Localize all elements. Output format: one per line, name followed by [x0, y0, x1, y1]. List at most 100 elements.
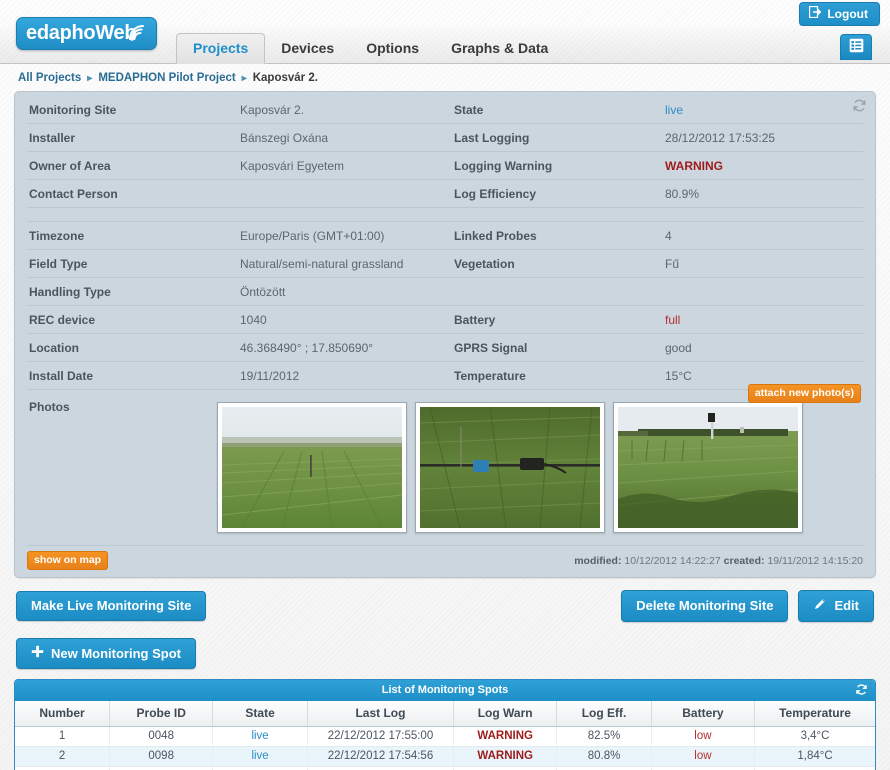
cell-number: 3 [15, 766, 111, 770]
detail-rows: Monitoring Site Kaposvár 2. State live Ins… [15, 96, 875, 390]
table-row[interactable]: 2 0098 live 22/12/2012 17:54:56 WARNING … [15, 746, 875, 767]
cell-last-log: 22/12/2012 17:54:56 [307, 766, 455, 770]
new-spot-bar: New Monitoring Spot [16, 638, 874, 669]
field-value: Kaposvár 2. [240, 102, 305, 117]
make-live-label: Make Live Monitoring Site [31, 598, 192, 613]
refresh-icon[interactable] [852, 98, 867, 116]
col-probe-id[interactable]: Probe ID [109, 701, 214, 727]
col-log-eff[interactable]: Log Eff. [556, 701, 652, 727]
cell-log-eff: 80.8% [556, 746, 652, 767]
app-header: edaphoWeb Projects Devices Options Graph… [0, 17, 890, 64]
field-label: Battery [454, 312, 496, 327]
field-label: Handling Type [29, 284, 111, 299]
col-state[interactable]: State [212, 701, 308, 727]
field-label: Logging Warning [454, 158, 553, 173]
field-value: good [665, 340, 692, 355]
field-value: Öntözött [240, 284, 286, 299]
field-value: 80.9% [665, 186, 700, 201]
photos-section: Photos attach new photo(s) [15, 384, 875, 545]
tab-options-label: Options [366, 40, 420, 56]
field-label: Install Date [29, 368, 94, 383]
col-last-log[interactable]: Last Log [307, 701, 455, 727]
photo-thumbnail[interactable] [613, 402, 803, 533]
detail-row: Owner of Area Kaposvári Egyetem Logging W… [27, 152, 863, 180]
breadcrumb-item-project[interactable]: MEDAPHON Pilot Project [98, 72, 235, 84]
monitoring-spots-table: List of Monitoring Spots Number Probe ID… [14, 679, 876, 770]
battery-value: full [665, 312, 681, 327]
cell-log-warn: WARNING [453, 746, 558, 767]
edit-button[interactable]: Edit [798, 590, 874, 622]
field-value: Europe/Paris (GMT+01:00) [240, 228, 385, 243]
col-number[interactable]: Number [15, 701, 111, 727]
app-logo[interactable]: edaphoWeb [16, 17, 157, 50]
photo-thumbnail[interactable] [217, 402, 407, 533]
created-label: created: [723, 554, 765, 567]
table-header: Number Probe ID State Last Log Log Warn … [15, 701, 875, 727]
pencil-icon [813, 597, 827, 614]
field-label: Log Efficiency [454, 186, 537, 201]
field-label: Last Logging [454, 130, 530, 145]
detail-row: REC device 1040 Battery full [27, 306, 863, 334]
field-value: Fű [665, 256, 680, 271]
delete-label: Delete Monitoring Site [636, 598, 774, 613]
field-label: Field Type [29, 256, 88, 271]
logout-button[interactable]: Logout [799, 2, 880, 26]
cell-state[interactable]: live [212, 726, 308, 747]
col-battery[interactable]: Battery [651, 701, 756, 727]
field-label: GPRS Signal [454, 340, 528, 355]
cell-battery: low [651, 766, 756, 770]
field-value: 1040 [240, 312, 267, 327]
tab-devices-label: Devices [281, 40, 335, 56]
cell-last-log: 22/12/2012 17:54:56 [307, 746, 455, 767]
col-temperature[interactable]: Temperature [754, 701, 875, 727]
field-label: Installer [29, 130, 76, 145]
table-row[interactable]: 3 0185 live 22/12/2012 17:54:56 WARNING … [15, 766, 875, 770]
tab-devices[interactable]: Devices [265, 34, 350, 63]
new-spot-label: New Monitoring Spot [51, 645, 181, 661]
modified-value: 10/12/2012 14:22:27 [624, 554, 721, 567]
table-title-bar: List of Monitoring Spots [15, 680, 875, 701]
detail-row: Monitoring Site Kaposvár 2. State live [27, 96, 863, 124]
edit-label: Edit [834, 598, 859, 613]
field-label: Location [29, 340, 79, 355]
col-log-warn[interactable]: Log Warn [453, 701, 558, 727]
breadcrumb-separator: ▸ [87, 72, 93, 84]
cell-temperature: 3,4°C [754, 726, 875, 747]
new-monitoring-spot-button[interactable]: New Monitoring Spot [16, 638, 196, 669]
cell-log-eff: 82.4% [556, 766, 652, 770]
detail-row: Location 46.368490° ; 17.850690° GPRS Sig… [27, 334, 863, 362]
tab-graphs-and-data-label: Graphs & Data [451, 40, 549, 56]
refresh-icon[interactable] [855, 683, 868, 699]
detail-row: Install Date 19/11/2012 Temperature 15°C [27, 362, 863, 390]
field-value: 28/12/2012 17:53:25 [665, 130, 776, 145]
table-row[interactable]: 1 0048 live 22/12/2012 17:55:00 WARNING … [15, 726, 875, 747]
attach-new-photos-button[interactable]: attach new photo(s) [747, 384, 861, 403]
make-live-monitoring-site-button[interactable]: Make Live Monitoring Site [16, 591, 207, 621]
logout-icon [809, 5, 822, 21]
detail-row: Timezone Europe/Paris (GMT+01:00) Linked … [27, 222, 863, 250]
site-action-bar: Make Live Monitoring Site Delete Monitor… [16, 590, 874, 622]
table-body: 1 0048 live 22/12/2012 17:55:00 WARNING … [15, 726, 875, 770]
photo-thumbnail[interactable] [415, 402, 605, 533]
tab-options[interactable]: Options [350, 34, 435, 63]
field-label: Vegetation [454, 256, 515, 271]
cell-state[interactable]: live [212, 766, 308, 770]
cell-state[interactable]: live [212, 746, 308, 767]
field-panorama-photo-3 [618, 407, 798, 528]
cell-temperature: 1,84°C [754, 746, 875, 767]
delete-monitoring-site-button[interactable]: Delete Monitoring Site [621, 590, 789, 622]
logging-warning-badge: WARNING [665, 158, 723, 173]
tab-projects[interactable]: Projects [176, 33, 266, 64]
breadcrumb-separator: ▸ [241, 72, 247, 84]
show-on-map-button[interactable]: show on map [27, 551, 109, 570]
cell-battery: low [651, 746, 756, 767]
tab-projects-label: Projects [193, 40, 249, 56]
breadcrumb-item-all-projects[interactable]: All Projects [18, 72, 81, 84]
tab-graphs-and-data[interactable]: Graphs & Data [435, 34, 564, 63]
detail-row-spacer [27, 208, 863, 222]
state-value[interactable]: live [665, 96, 877, 123]
panel-footer: show on map modified: 10/12/2012 14:22:2… [27, 545, 863, 577]
field-value: Natural/semi-natural grassland [240, 256, 404, 271]
list-view-button[interactable] [840, 34, 872, 60]
record-timestamps: modified: 10/12/2012 14:22:27 created: 1… [574, 555, 863, 567]
